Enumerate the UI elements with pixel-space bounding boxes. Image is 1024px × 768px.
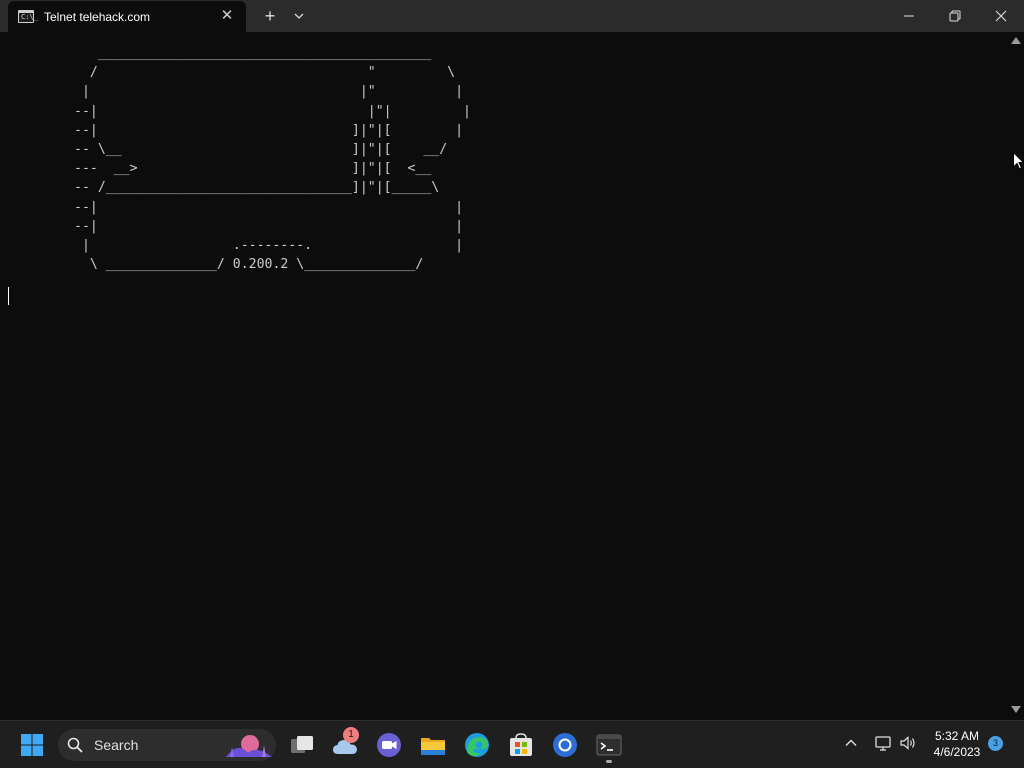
terminal-icon-glyph: C:\_: [21, 13, 38, 21]
mouse-pointer-icon: [1013, 152, 1024, 170]
close-icon: [995, 10, 1007, 22]
restore-button[interactable]: [932, 0, 978, 32]
taskbar: Search 1: [0, 720, 1024, 768]
terminal-app-icon: [596, 734, 622, 756]
edge-icon: [465, 733, 489, 757]
chrome-browser-button[interactable]: [549, 729, 581, 761]
folder-icon: [421, 738, 445, 755]
title-bar: C:\_ Telnet telehack.com ✕ +: [0, 0, 1024, 32]
taskbar-search[interactable]: Search: [58, 729, 276, 761]
text-cursor: [8, 287, 9, 305]
volume-icon[interactable]: [899, 734, 917, 752]
tab-title: Telnet telehack.com: [44, 10, 151, 24]
tab-dropdown-button[interactable]: [288, 5, 310, 27]
clock-time[interactable]: 5:32 AM: [922, 729, 992, 743]
new-tab-button[interactable]: +: [259, 5, 281, 27]
minimize-icon: [904, 15, 914, 17]
windows-terminal-button[interactable]: [593, 729, 625, 761]
store-icon: [510, 733, 532, 756]
scrollbar[interactable]: [1008, 32, 1024, 720]
microsoft-store-button[interactable]: [505, 729, 537, 761]
minimize-button[interactable]: [886, 0, 932, 32]
search-icon: [67, 737, 83, 753]
clock-date[interactable]: 4/6/2023: [922, 745, 992, 759]
search-label: Search: [94, 737, 139, 753]
windows-logo-icon: [21, 734, 43, 756]
video-chat-icon: [377, 733, 401, 757]
telehack-ascii-banner: ________________________________________…: [74, 46, 471, 273]
start-button[interactable]: [16, 729, 48, 761]
restore-icon: [949, 10, 961, 22]
notification-badge[interactable]: 3: [988, 736, 1003, 751]
terminal-icon: C:\_: [18, 10, 38, 23]
teams-chat-button[interactable]: [373, 729, 405, 761]
weather-badge: 1: [343, 727, 359, 743]
network-icon[interactable]: [874, 734, 892, 752]
terminal-output[interactable]: ________________________________________…: [0, 32, 1008, 720]
close-window-button[interactable]: [978, 0, 1024, 32]
scroll-down-arrow-icon[interactable]: [1011, 706, 1021, 713]
chevron-up-icon[interactable]: [843, 735, 859, 751]
scroll-up-arrow-icon[interactable]: [1011, 37, 1021, 44]
search-highlight-art-icon: [226, 735, 272, 757]
chevron-down-icon: [294, 13, 304, 19]
browser-icon: [553, 733, 577, 757]
file-explorer-button[interactable]: [417, 729, 449, 761]
tab-telnet[interactable]: C:\_ Telnet telehack.com ✕: [8, 1, 246, 32]
tab-close-button[interactable]: ✕: [218, 7, 236, 25]
terminal-running-indicator: [606, 760, 612, 763]
task-view-icon: [291, 736, 313, 753]
edge-browser-button[interactable]: [461, 729, 493, 761]
task-view-button[interactable]: [286, 729, 318, 761]
